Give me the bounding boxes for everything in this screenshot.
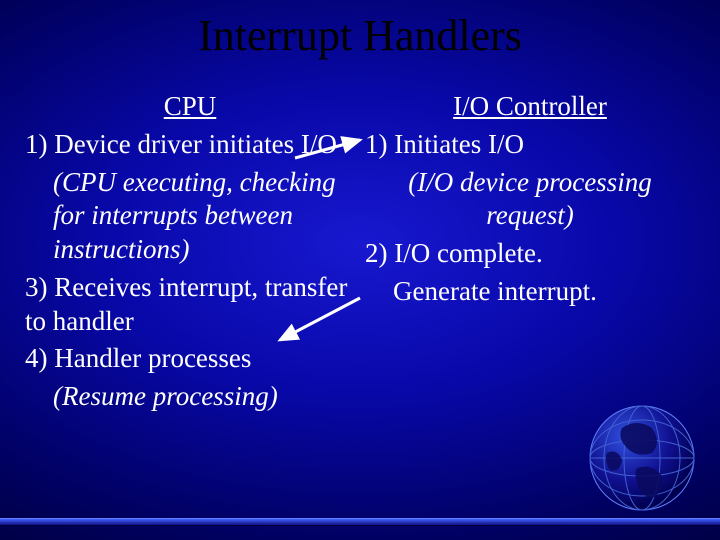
io-step-2a: 2) I/O complete. (365, 237, 695, 271)
globe-icon (582, 398, 702, 518)
io-paren-1: (I/O device processing request) (365, 166, 695, 234)
io-step-2b: Generate interrupt. (365, 275, 695, 309)
io-column: I/O Controller 1) Initiates I/O (I/O dev… (365, 90, 695, 418)
cpu-column: CPU 1) Device driver initiates I/O (CPU … (25, 90, 355, 418)
io-step-1: 1) Initiates I/O (365, 128, 695, 162)
cpu-step-1: 1) Device driver initiates I/O (25, 128, 355, 162)
content-columns: CPU 1) Device driver initiates I/O (CPU … (25, 90, 695, 418)
cpu-paren-2: (Resume processing) (25, 380, 355, 414)
cpu-paren-1: (CPU executing, checking for interrupts … (25, 166, 355, 267)
cpu-heading: CPU (25, 90, 355, 124)
cpu-step-3: 3) Receives interrupt, transfer to handl… (25, 271, 355, 339)
cpu-step-4: 4) Handler processes (25, 342, 355, 376)
io-heading: I/O Controller (365, 90, 695, 124)
slide-title: Interrupt Handlers (0, 10, 720, 61)
slide: Interrupt Handlers CPU 1) Device driver … (0, 0, 720, 540)
footer-bar (0, 518, 720, 526)
